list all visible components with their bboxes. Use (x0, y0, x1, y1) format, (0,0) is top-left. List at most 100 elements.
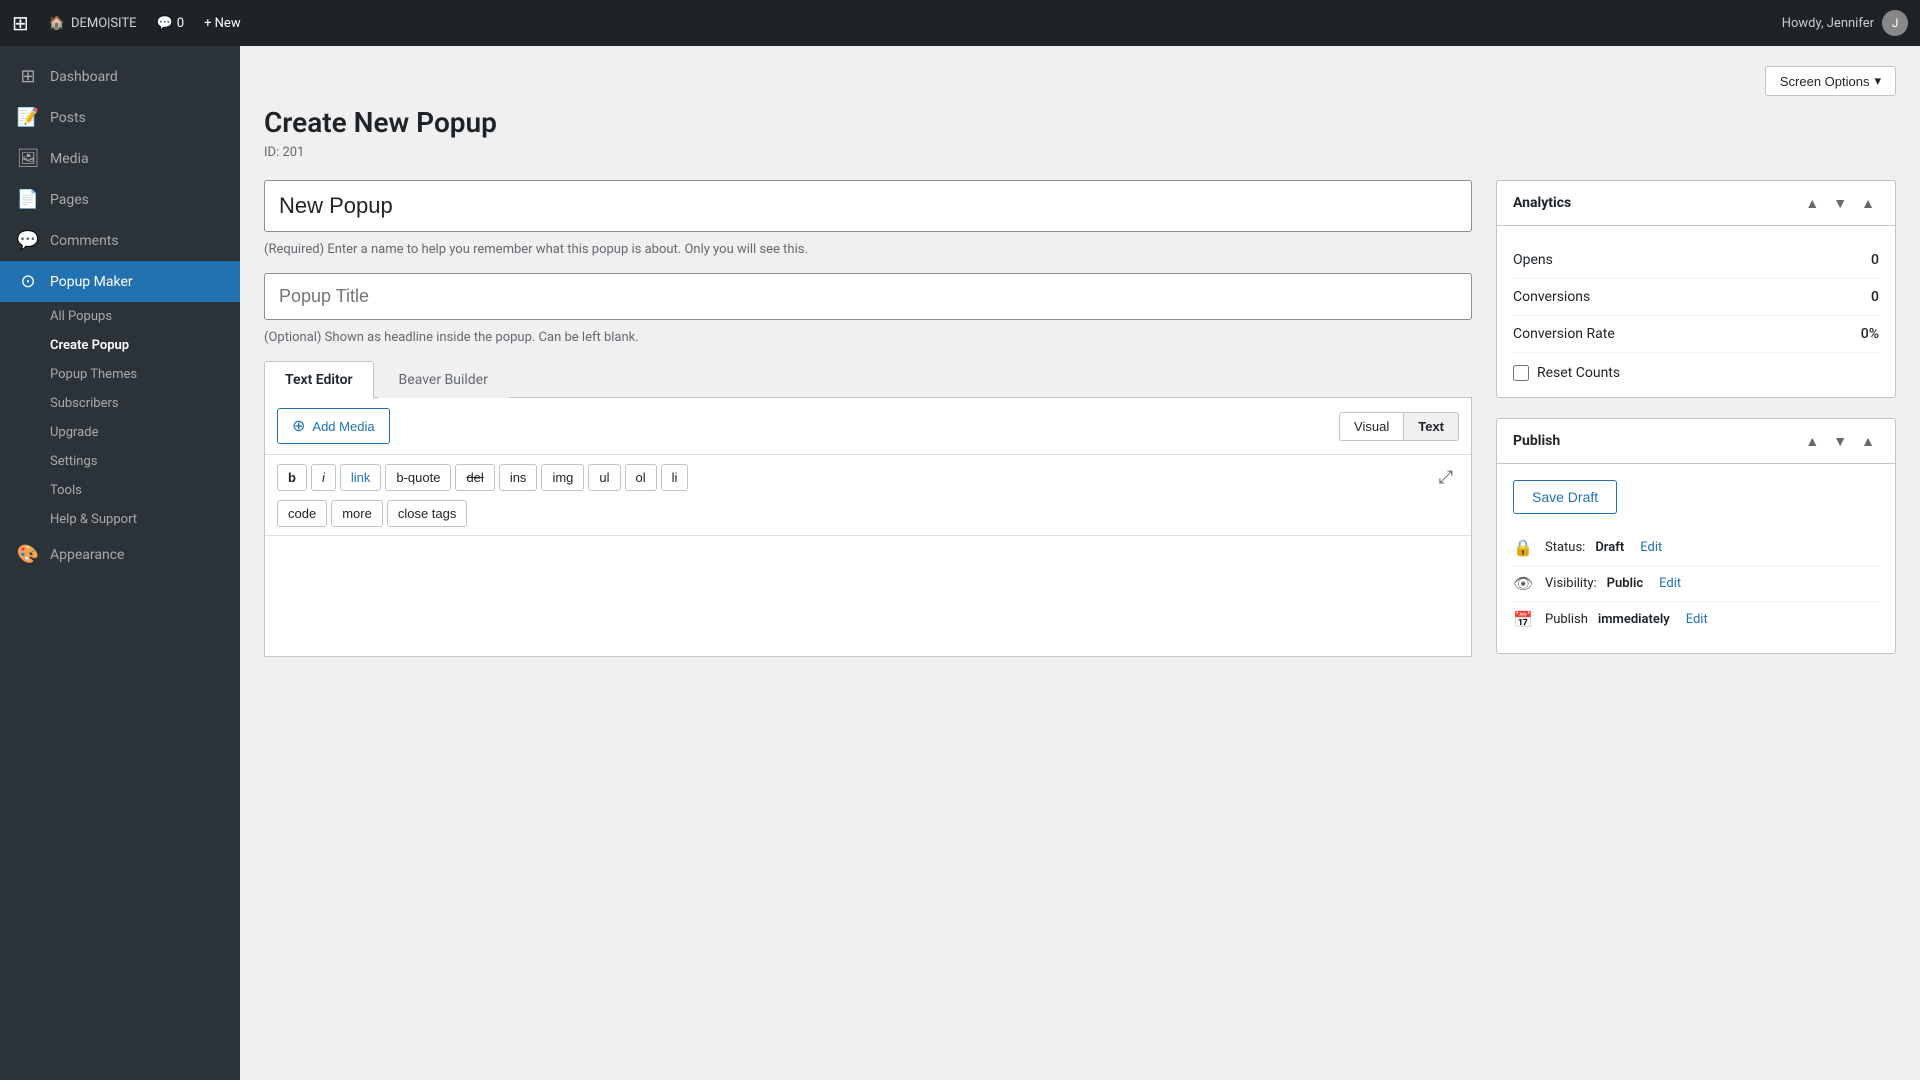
publish-panel-title: Publish (1513, 433, 1560, 449)
reset-counts-checkbox[interactable] (1513, 365, 1529, 381)
sidebar-subitem-upgrade[interactable]: Upgrade (0, 418, 240, 447)
wp-logo-icon[interactable]: ⊞ (12, 11, 29, 35)
editor-tabs: Text Editor Beaver Builder (264, 361, 1472, 398)
publish-collapse-down-button[interactable]: ▼ (1829, 431, 1851, 451)
analytics-opens-row: Opens 0 (1513, 242, 1879, 279)
comment-icon: 💬 (157, 16, 173, 31)
publish-visibility-row: 👁 Visibility: Public Edit (1513, 566, 1879, 602)
sidebar-item-comments[interactable]: 💬 Comments (0, 220, 240, 261)
format-ul-button[interactable]: ul (588, 464, 620, 491)
format-li-button[interactable]: li (661, 464, 689, 491)
schedule-icon: 📅 (1513, 610, 1535, 629)
sidebar-subitem-popup-themes[interactable]: Popup Themes (0, 360, 240, 389)
pages-icon: 📄 (16, 189, 40, 210)
format-del-button[interactable]: del (455, 464, 494, 491)
visibility-icon: 👁 (1513, 574, 1535, 593)
expand-editor-button[interactable]: ⤢ (1433, 463, 1459, 492)
posts-icon: 📝 (16, 107, 40, 128)
popup-title-input[interactable] (264, 273, 1472, 320)
screen-options-button[interactable]: Screen Options ▾ (1765, 66, 1896, 96)
schedule-edit-link[interactable]: Edit (1686, 612, 1708, 627)
sidebar-subitem-create-popup[interactable]: Create Popup (0, 331, 240, 360)
tab-text-editor[interactable]: Text Editor (264, 361, 374, 398)
sidebar-column: Analytics ▲ ▼ ▲ Opens 0 Conve (1496, 180, 1896, 674)
visibility-edit-link[interactable]: Edit (1659, 576, 1681, 591)
screen-options-bar: Screen Options ▾ (264, 66, 1896, 96)
analytics-panel-body: Opens 0 Conversions 0 Conversion Rate 0% (1497, 226, 1895, 397)
status-icon: 🔒 (1513, 538, 1535, 557)
avatar[interactable]: J (1882, 10, 1908, 36)
analytics-close-button[interactable]: ▲ (1857, 193, 1879, 213)
publish-status-row: 🔒 Status: Draft Edit (1513, 530, 1879, 566)
editor-toolbar-top: ⊕ Add Media Visual Text (265, 398, 1471, 455)
comments-link[interactable]: 💬 0 (157, 16, 185, 31)
sidebar-item-media[interactable]: 🖼 Media (0, 138, 240, 179)
analytics-conversions-row: Conversions 0 (1513, 279, 1879, 316)
sidebar-subitem-tools[interactable]: Tools (0, 476, 240, 505)
sidebar-item-popup-maker[interactable]: ⊙ Popup Maker (0, 261, 240, 302)
site-name[interactable]: 🏠 DEMO|SITE (49, 16, 137, 31)
publish-panel: Publish ▲ ▼ ▲ Save Draft 🔒 S (1496, 418, 1896, 654)
reset-counts-label: Reset Counts (1537, 365, 1620, 381)
publish-panel-header: Publish ▲ ▼ ▲ (1497, 419, 1895, 464)
sidebar-item-pages[interactable]: 📄 Pages (0, 179, 240, 220)
format-ol-button[interactable]: ol (625, 464, 657, 491)
editor-format-bar: b i link b-quote del ins img ul ol li ⤢ … (265, 455, 1471, 536)
visual-tab-button[interactable]: Visual (1339, 412, 1404, 441)
sidebar-item-dashboard[interactable]: ⊞ Dashboard (0, 56, 240, 97)
popup-maker-icon: ⊙ (16, 271, 40, 292)
page-title: Create New Popup (264, 106, 1896, 139)
main-content: Screen Options ▾ Create New Popup ID: 20… (240, 46, 1920, 1080)
add-media-icon: ⊕ (292, 416, 305, 436)
dashboard-icon: ⊞ (16, 66, 40, 87)
title-hint: (Optional) Shown as headline inside the … (264, 330, 1472, 345)
analytics-collapse-down-button[interactable]: ▼ (1829, 193, 1851, 213)
sidebar-subitem-settings[interactable]: Settings (0, 447, 240, 476)
sidebar-subitem-help-support[interactable]: Help & Support (0, 505, 240, 534)
publish-panel-controls: ▲ ▼ ▲ (1801, 431, 1879, 451)
add-media-button[interactable]: ⊕ Add Media (277, 408, 390, 444)
editor-area: ⊕ Add Media Visual Text (264, 398, 1472, 657)
sidebar-item-appearance[interactable]: 🎨 Appearance (0, 534, 240, 575)
publish-schedule-row: 📅 Publish immediately Edit (1513, 602, 1879, 637)
analytics-conversion-rate-row: Conversion Rate 0% (1513, 316, 1879, 353)
main-column: (Required) Enter a name to help you reme… (264, 180, 1472, 674)
comments-menu-icon: 💬 (16, 230, 40, 251)
chevron-down-icon: ▾ (1874, 73, 1881, 89)
app-layout: ⊞ Dashboard 📝 Posts 🖼 Media 📄 Pages 💬 Co… (0, 46, 1920, 1080)
text-tab-button[interactable]: Text (1404, 412, 1459, 441)
analytics-panel-header: Analytics ▲ ▼ ▲ (1497, 181, 1895, 226)
format-bquote-button[interactable]: b-quote (385, 464, 451, 491)
name-hint: (Required) Enter a name to help you reme… (264, 242, 1472, 257)
sidebar-subitem-subscribers[interactable]: Subscribers (0, 389, 240, 418)
popup-name-input[interactable] (264, 180, 1472, 232)
editor-content-area[interactable] (265, 536, 1471, 656)
sidebar-subitem-all-popups[interactable]: All Popups (0, 302, 240, 331)
analytics-panel: Analytics ▲ ▼ ▲ Opens 0 Conve (1496, 180, 1896, 398)
publish-close-button[interactable]: ▲ (1857, 431, 1879, 451)
format-more-button[interactable]: more (331, 500, 383, 527)
format-ins-button[interactable]: ins (499, 464, 538, 491)
reset-counts-row: Reset Counts (1513, 353, 1879, 381)
appearance-icon: 🎨 (16, 544, 40, 565)
format-img-button[interactable]: img (541, 464, 584, 491)
status-edit-link[interactable]: Edit (1640, 540, 1662, 555)
format-italic-button[interactable]: i (311, 464, 336, 491)
tab-beaver-builder[interactable]: Beaver Builder (378, 361, 509, 398)
save-draft-button[interactable]: Save Draft (1513, 480, 1617, 514)
format-code-button[interactable]: code (277, 500, 327, 527)
format-link-button[interactable]: link (340, 464, 382, 491)
publish-panel-body: Save Draft 🔒 Status: Draft Edit 👁 Visibi… (1497, 464, 1895, 653)
adminbar-right: Howdy, Jennifer J (1782, 10, 1908, 36)
sidebar: ⊞ Dashboard 📝 Posts 🖼 Media 📄 Pages 💬 Co… (0, 46, 240, 1080)
sidebar-item-posts[interactable]: 📝 Posts (0, 97, 240, 138)
admin-bar: ⊞ 🏠 DEMO|SITE 💬 0 + New Howdy, Jennifer … (0, 0, 1920, 46)
visual-text-toggle: Visual Text (1339, 412, 1459, 441)
analytics-collapse-up-button[interactable]: ▲ (1801, 193, 1823, 213)
analytics-panel-title: Analytics (1513, 195, 1571, 211)
publish-collapse-up-button[interactable]: ▲ (1801, 431, 1823, 451)
new-content-button[interactable]: + New (204, 16, 241, 31)
page-id: ID: 201 (264, 145, 1896, 160)
format-bold-button[interactable]: b (277, 464, 307, 491)
format-close-tags-button[interactable]: close tags (387, 500, 468, 527)
